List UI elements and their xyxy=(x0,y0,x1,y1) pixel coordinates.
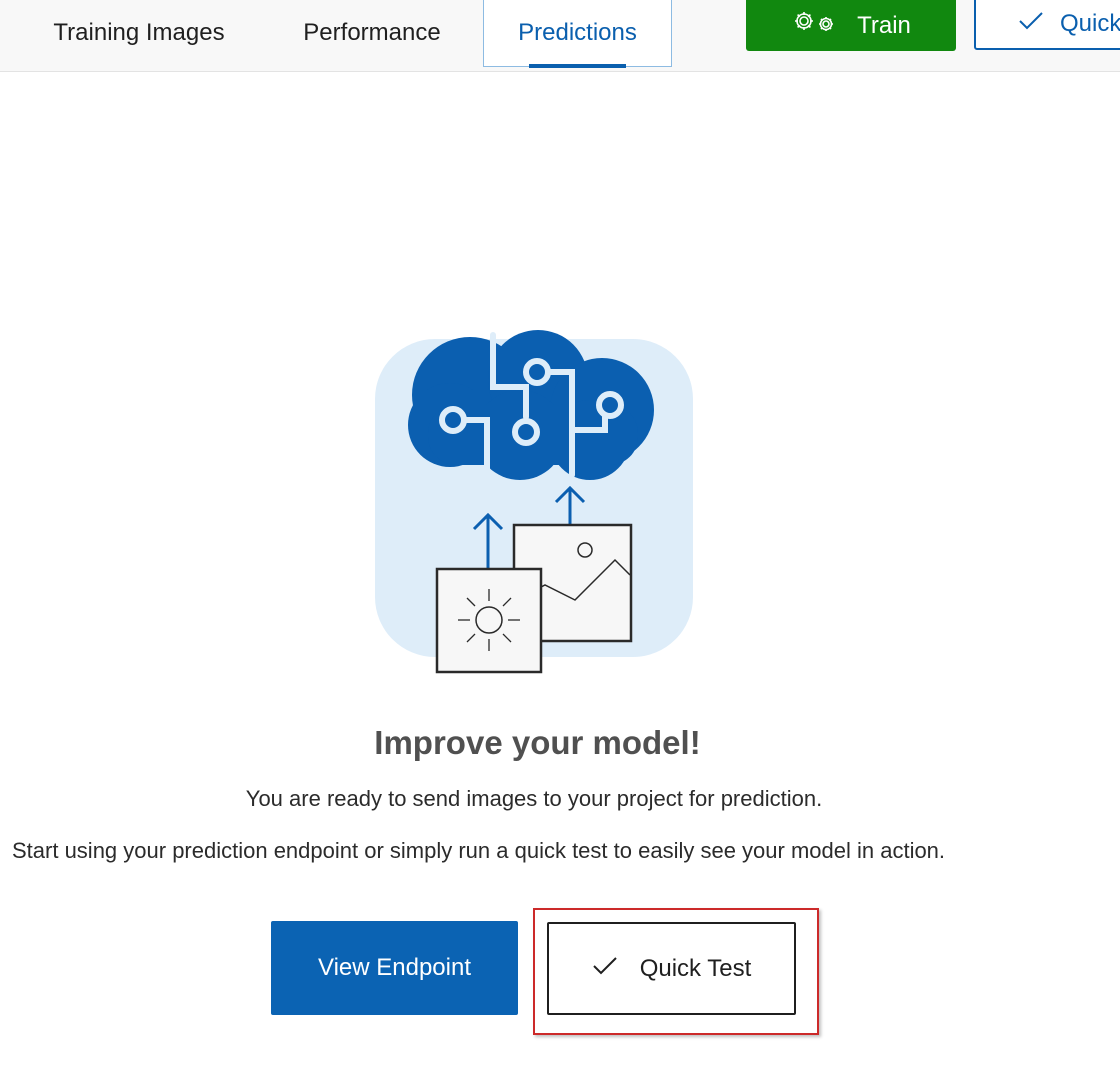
quick-test-toolbar-label: Quick Test xyxy=(1060,10,1120,37)
checkmark-icon xyxy=(592,955,618,983)
checkmark-icon xyxy=(1018,10,1044,38)
train-button[interactable]: Train xyxy=(746,0,956,51)
tab-training-images[interactable]: Training Images xyxy=(40,0,238,66)
cloud-brain-illustration xyxy=(370,325,700,680)
empty-state-headline: Improve your model! xyxy=(374,724,701,761)
quick-test-toolbar-button[interactable]: Quick Test xyxy=(974,0,1120,50)
quick-test-button-label: Quick Test xyxy=(639,954,752,982)
top-navigation-bar: Training Images Performance Predictions … xyxy=(0,0,1120,72)
gears-icon xyxy=(791,9,839,42)
view-endpoint-button[interactable]: View Endpoint xyxy=(271,921,518,1015)
active-tab-indicator xyxy=(529,64,626,68)
quick-test-button[interactable]: Quick Test xyxy=(547,922,796,1015)
tab-predictions[interactable]: Predictions xyxy=(483,0,672,67)
train-button-label: Train xyxy=(857,11,911,39)
empty-state-instructions: Start using your prediction endpoint or … xyxy=(12,838,946,863)
empty-state-description: You are ready to send images to your pro… xyxy=(245,786,823,811)
tab-performance[interactable]: Performance xyxy=(284,0,460,66)
